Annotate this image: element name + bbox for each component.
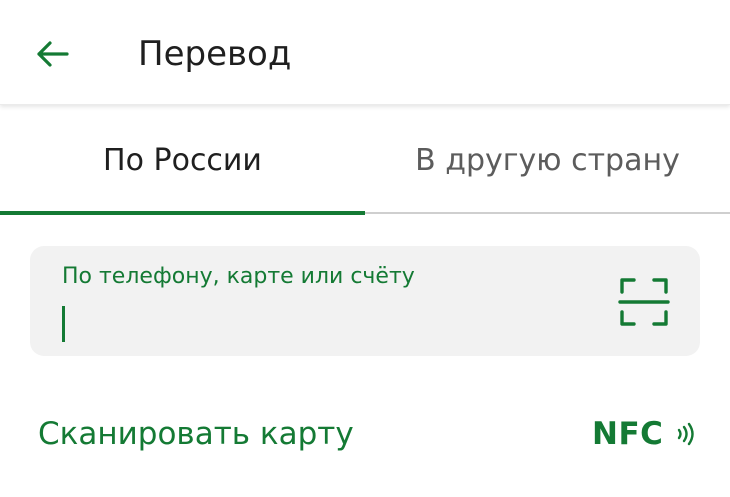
qr-scan-button[interactable] [614, 272, 674, 332]
transfer-tabs: По России В другую страну [0, 108, 730, 215]
page-title: Перевод [138, 34, 292, 74]
scan-card-button[interactable]: Сканировать карту [38, 412, 354, 456]
recipient-input-label: По телефону, карте или счёту [62, 264, 415, 289]
recipient-input-field[interactable]: По телефону, карте или счёту [30, 246, 700, 356]
nfc-button[interactable]: NFC [592, 412, 697, 456]
tab-abroad[interactable]: В другую страну [365, 108, 730, 212]
back-button[interactable] [30, 32, 74, 76]
text-cursor [62, 306, 65, 342]
app-header: Перевод [0, 0, 730, 105]
active-tab-indicator [0, 211, 365, 215]
qr-scan-icon [618, 278, 670, 326]
nfc-waves-icon [675, 421, 697, 447]
arrow-left-icon [37, 41, 69, 67]
tab-russia[interactable]: По России [0, 108, 365, 212]
nfc-label: NFC [592, 416, 664, 452]
transfer-screen: Перевод По России В другую страну По тел… [0, 0, 730, 497]
